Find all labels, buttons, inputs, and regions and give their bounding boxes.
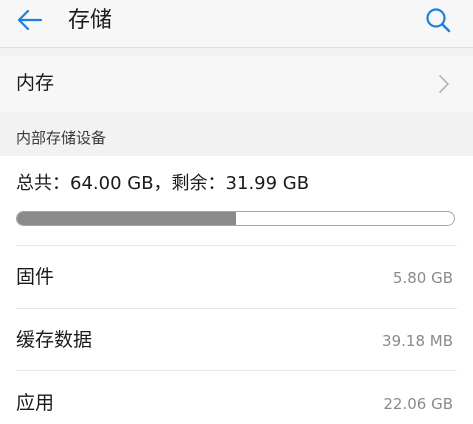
arrow-left-icon bbox=[17, 9, 43, 35]
item-label-apps: 应用 bbox=[16, 392, 55, 414]
chevron-right-icon bbox=[438, 74, 450, 94]
memory-row[interactable]: 内存 bbox=[0, 56, 473, 112]
divider bbox=[16, 308, 457, 309]
storage-usage-bar bbox=[16, 211, 455, 226]
item-value-cache: 39.18 MB bbox=[382, 332, 453, 350]
divider bbox=[16, 245, 457, 246]
section-title-internal-storage: 内部存储设备 bbox=[16, 129, 107, 147]
memory-label: 内存 bbox=[16, 72, 55, 94]
search-button[interactable] bbox=[418, 2, 458, 42]
storage-usage-fill bbox=[17, 212, 236, 225]
item-value-firmware: 5.80 GB bbox=[392, 269, 453, 287]
item-value-apps: 22.06 GB bbox=[383, 395, 453, 413]
item-label-firmware: 固件 bbox=[16, 266, 55, 288]
internal-storage-card bbox=[0, 156, 473, 424]
back-button[interactable] bbox=[8, 2, 52, 42]
app-header: 存储 bbox=[0, 0, 473, 48]
storage-summary: 总共：64.00 GB，剩余：31.99 GB bbox=[16, 173, 310, 194]
divider bbox=[16, 370, 457, 371]
item-label-cache: 缓存数据 bbox=[16, 329, 93, 351]
page-title: 存储 bbox=[68, 8, 113, 33]
search-icon bbox=[425, 7, 451, 37]
